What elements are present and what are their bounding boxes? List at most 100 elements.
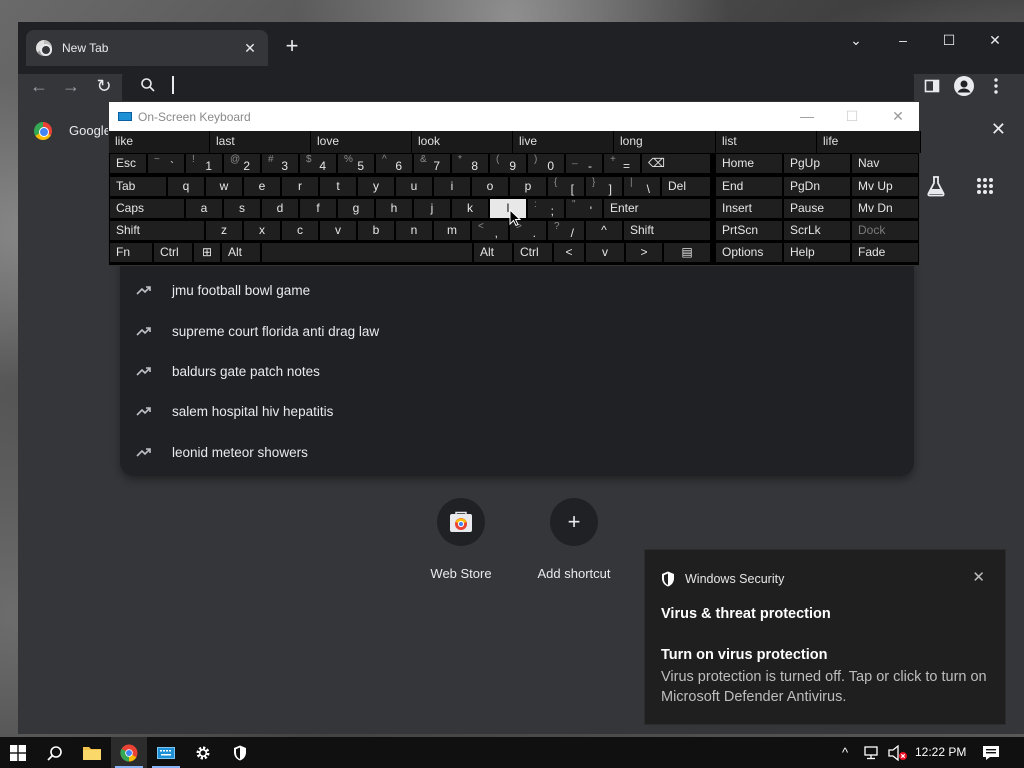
7-key[interactable]: & 7 (413, 153, 451, 174)
1-key[interactable]: ! 1 (185, 153, 223, 174)
tray-overflow-chevron-icon[interactable]: ^ (842, 737, 848, 768)
5-key[interactable]: % 5 (337, 153, 375, 174)
maximize-button[interactable]: ☐ (933, 28, 965, 52)
word-prediction[interactable]: list (716, 131, 817, 153)
r-key[interactable]: r (281, 176, 319, 197)
j-key[interactable]: j (413, 198, 451, 219)
osk-maximize-button[interactable]: ☐ (837, 106, 867, 126)
clock[interactable]: 12:22 PM (915, 745, 966, 759)
u-key[interactable]: u (395, 176, 433, 197)
caps-lock-key[interactable]: Caps (109, 198, 185, 219)
pgup-key[interactable]: PgUp (783, 153, 851, 174)
end-key[interactable]: End (715, 176, 783, 197)
labs-flask-icon[interactable] (922, 172, 950, 200)
more-menu-icon[interactable] (984, 74, 1008, 98)
osk-close-button[interactable]: ✕ (883, 106, 913, 126)
forward-icon[interactable]: → (59, 74, 83, 98)
profile-icon[interactable] (952, 74, 976, 98)
menu-key[interactable]: ▤ (663, 242, 711, 263)
pgdn-key[interactable]: PgDn (783, 176, 851, 197)
google-bar-close-icon[interactable]: ✕ (991, 119, 1006, 140)
s-key[interactable]: s (223, 198, 261, 219)
omnibox[interactable] (122, 66, 914, 106)
g-key[interactable]: g (337, 198, 375, 219)
p-key[interactable]: p (509, 176, 547, 197)
a-key[interactable]: a (185, 198, 223, 219)
minimize-button[interactable]: – (887, 28, 919, 52)
shortcut-web-store[interactable]: Web Store (411, 498, 511, 581)
d-key[interactable]: d (261, 198, 299, 219)
6-key[interactable]: ^ 6 (375, 153, 413, 174)
insert-key[interactable]: Insert (715, 198, 783, 219)
n-key[interactable]: n (395, 220, 433, 241)
reload-icon[interactable]: ↻ (92, 74, 116, 98)
word-prediction[interactable]: long (614, 131, 716, 153)
word-prediction[interactable]: life (817, 131, 921, 153)
back-icon[interactable]: ← (27, 74, 51, 98)
shift-left-key[interactable]: Shift (109, 220, 205, 241)
home-key[interactable]: Home (715, 153, 783, 174)
q-key[interactable]: q (167, 176, 205, 197)
security-taskbar-button[interactable] (222, 737, 258, 768)
nav-key[interactable]: Nav (851, 153, 919, 174)
arrow-left-key[interactable]: < (553, 242, 585, 263)
shortcut-add[interactable]: + Add shortcut (524, 498, 624, 581)
suggestion-item[interactable]: supreme court florida anti drag law (120, 311, 914, 351)
windows-key[interactable]: ⊞ (193, 242, 221, 263)
b-key[interactable]: b (357, 220, 395, 241)
settings-taskbar-button[interactable] (185, 737, 221, 768)
close-button[interactable]: ✕ (979, 28, 1011, 52)
tab-key[interactable]: Tab (109, 176, 167, 197)
chrome-taskbar-button[interactable] (111, 737, 147, 768)
x-key[interactable]: x (243, 220, 281, 241)
e-key[interactable]: e (243, 176, 281, 197)
search-button[interactable] (37, 737, 73, 768)
w-key[interactable]: w (205, 176, 243, 197)
word-prediction[interactable]: love (311, 131, 412, 153)
semicolon-key[interactable]: :; (527, 198, 565, 219)
0-key[interactable]: ) 0 (527, 153, 565, 174)
space-key[interactable] (261, 242, 473, 263)
v-key[interactable]: v (319, 220, 357, 241)
h-key[interactable]: h (375, 198, 413, 219)
bracket-right-key[interactable]: }] (585, 176, 623, 197)
suggestion-item[interactable]: baldurs gate patch notes (120, 351, 914, 391)
arrow-down-key[interactable]: v (585, 242, 625, 263)
notifications-icon[interactable] (982, 737, 1000, 768)
fn-key[interactable]: Fn (109, 242, 153, 263)
backspace-key[interactable]: ⌫ (641, 153, 711, 174)
esc-key[interactable]: Esc (109, 153, 147, 174)
l-key[interactable]: l (489, 198, 527, 219)
tab-new-tab[interactable]: New Tab ✕ (26, 30, 268, 66)
network-icon[interactable] (864, 737, 882, 768)
apps-grid-icon[interactable] (971, 172, 999, 200)
side-panel-icon[interactable] (920, 74, 944, 98)
ctrl-right-key[interactable]: Ctrl (513, 242, 553, 263)
tilde-key[interactable]: ~ ` (147, 153, 185, 174)
google-bar-label[interactable]: Google (69, 123, 111, 138)
osk-minimize-button[interactable]: — (792, 106, 822, 126)
dock-key[interactable]: Dock (851, 220, 919, 241)
i-key[interactable]: i (433, 176, 471, 197)
pause-key[interactable]: Pause (783, 198, 851, 219)
c-key[interactable]: c (281, 220, 319, 241)
slash-key[interactable]: ? / (547, 220, 585, 241)
mv-dn-key[interactable]: Mv Dn (851, 198, 919, 219)
prtscn-key[interactable]: PrtScn (715, 220, 783, 241)
file-explorer-button[interactable] (74, 737, 110, 768)
z-key[interactable]: z (205, 220, 243, 241)
equals-key[interactable]: + = (603, 153, 641, 174)
minus-key[interactable]: _ - (565, 153, 603, 174)
windows-security-toast[interactable]: Windows Security ✕ Virus & threat protec… (644, 549, 1006, 725)
suggestion-item[interactable]: jmu football bowl game (120, 270, 914, 310)
9-key[interactable]: (9 (489, 153, 527, 174)
help-key[interactable]: Help (783, 242, 851, 263)
mv-up-key[interactable]: Mv Up (851, 176, 919, 197)
volume-muted-icon[interactable] (888, 737, 908, 768)
suggestion-item[interactable]: leonid meteor showers (120, 432, 914, 472)
word-prediction[interactable]: like (109, 131, 210, 153)
delete-key[interactable]: Del (661, 176, 711, 197)
m-key[interactable]: m (433, 220, 471, 241)
enter-key[interactable]: Enter (603, 198, 711, 219)
osk-titlebar[interactable]: On-Screen Keyboard — ☐ ✕ (109, 102, 919, 131)
